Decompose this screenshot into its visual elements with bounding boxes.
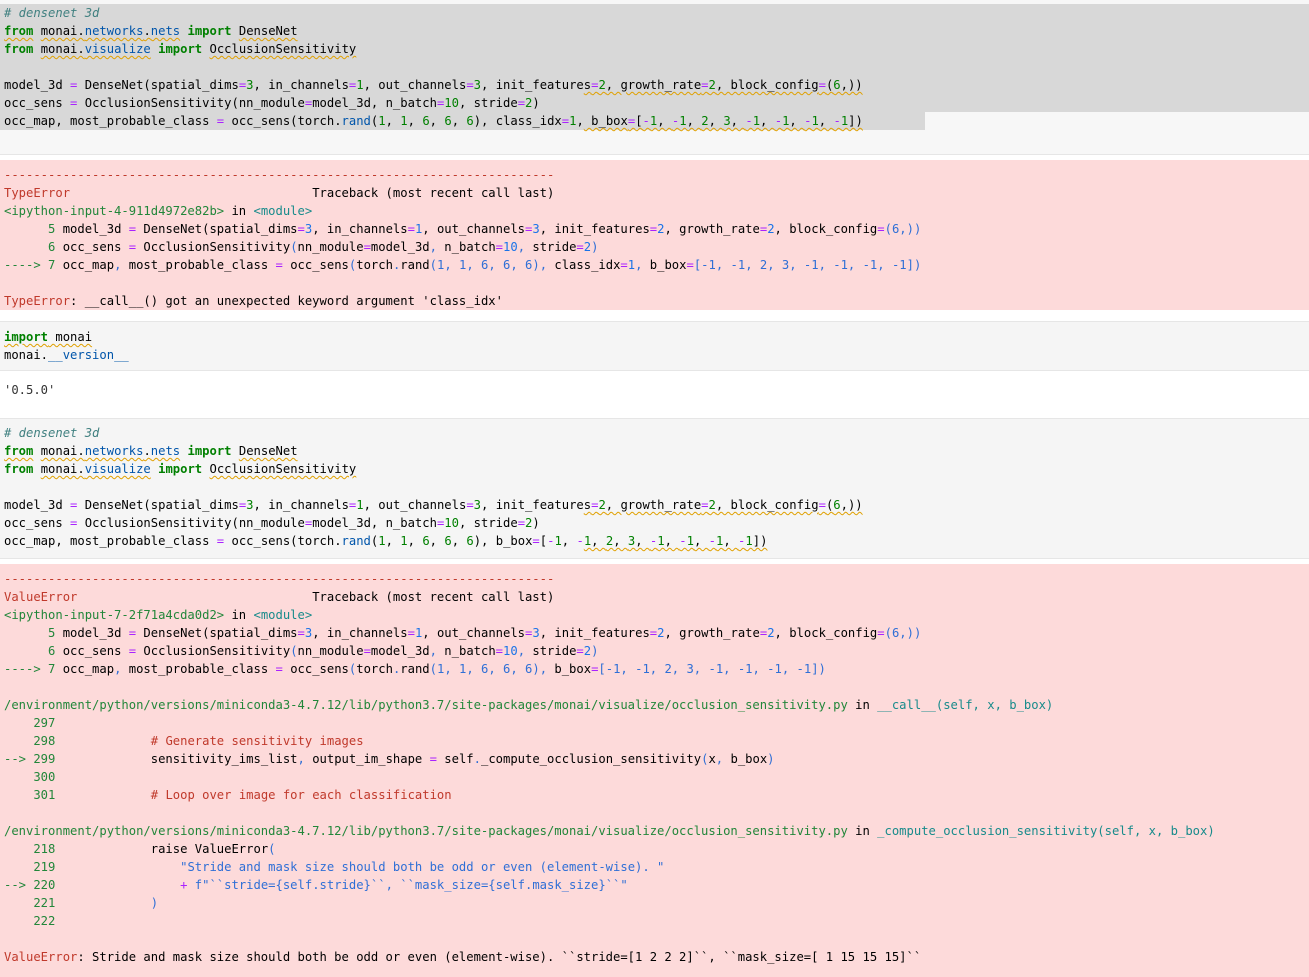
code-line[interactable]: from monai.networks.nets import DenseNet xyxy=(4,22,298,40)
code-line[interactable]: # densenet 3d xyxy=(4,424,99,442)
error-output-1: ----------------------------------------… xyxy=(0,160,1309,310)
traceback-line-number: 300 xyxy=(4,770,56,784)
code-line[interactable]: occ_sens = OcclusionSensitivity(nn_modul… xyxy=(4,94,540,112)
code-line[interactable]: model_3d = DenseNet(spatial_dims=3, in_c… xyxy=(4,76,863,94)
traceback-location: <ipython-input-4-911d4972e82b> in <modul… xyxy=(4,204,313,218)
traceback-current-line: ----> 7 occ_map, most_probable_class = o… xyxy=(4,258,922,272)
traceback-source-line: 219 "Stride and mask size should both be… xyxy=(4,860,665,874)
code-cell-2[interactable]: import monai monai.__version__ xyxy=(0,321,1309,371)
code-line[interactable]: import monai xyxy=(4,328,92,346)
traceback-line-number: 297 xyxy=(4,716,56,730)
traceback-separator: ----------------------------------------… xyxy=(4,168,555,182)
code-line[interactable]: from monai.networks.nets import DenseNet xyxy=(4,442,298,460)
traceback-source-line: 221 ) xyxy=(4,896,159,910)
traceback-source-line: 5 model_3d = DenseNet(spatial_dims=3, in… xyxy=(4,626,922,640)
traceback-location: <ipython-input-7-2f71a4cda0d2> in <modul… xyxy=(4,608,313,622)
error-message: ValueError: Stride and mask size should … xyxy=(4,950,922,964)
error-message: TypeError: __call__() got an unexpected … xyxy=(4,294,503,308)
code-cell-3[interactable]: # densenet 3d from monai.networks.nets i… xyxy=(0,419,1309,559)
code-cell-1[interactable]: # densenet 3d from monai.networks.nets i… xyxy=(0,0,1309,155)
code-line[interactable]: from monai.visualize import OcclusionSen… xyxy=(4,460,356,478)
traceback-file-location: /environment/python/versions/miniconda3-… xyxy=(4,698,1054,712)
traceback-header: TypeError Traceback (most recent call la… xyxy=(4,186,555,200)
traceback-file-location: /environment/python/versions/miniconda3-… xyxy=(4,824,1215,838)
code-line[interactable]: occ_sens = OcclusionSensitivity(nn_modul… xyxy=(4,514,540,532)
traceback-line-number: 222 xyxy=(4,914,56,928)
output-cell-2: '0.5.0' xyxy=(0,371,1309,419)
code-line[interactable]: occ_map, most_probable_class = occ_sens(… xyxy=(4,112,863,130)
traceback-current-line: ----> 7 occ_map, most_probable_class = o… xyxy=(4,662,826,676)
error-output-2: ----------------------------------------… xyxy=(0,564,1309,977)
code-line[interactable]: occ_map, most_probable_class = occ_sens(… xyxy=(4,532,767,550)
traceback-source-line: 298 # Generate sensitivity images xyxy=(4,734,364,748)
code-line[interactable]: # densenet 3d xyxy=(4,4,99,22)
traceback-source-line: 218 raise ValueError( xyxy=(4,842,276,856)
traceback-header: ValueError Traceback (most recent call l… xyxy=(4,590,555,604)
traceback-source-line: 5 model_3d = DenseNet(spatial_dims=3, in… xyxy=(4,222,922,236)
traceback-separator: ----------------------------------------… xyxy=(4,572,555,586)
code-line[interactable]: monai.__version__ xyxy=(4,346,129,364)
traceback-source-line: 301 # Loop over image for each classific… xyxy=(4,788,452,802)
output-value: '0.5.0' xyxy=(4,383,56,397)
traceback-source-line: 6 occ_sens = OcclusionSensitivity(nn_mod… xyxy=(4,644,599,658)
code-line[interactable]: model_3d = DenseNet(spatial_dims=3, in_c… xyxy=(4,496,863,514)
traceback-current-line: --> 220 + f"``stride={self.stride}``, ``… xyxy=(4,878,628,892)
code-line[interactable]: from monai.visualize import OcclusionSen… xyxy=(4,40,356,58)
traceback-current-line: --> 299 sensitivity_ims_list, output_im_… xyxy=(4,752,775,766)
traceback-source-line: 6 occ_sens = OcclusionSensitivity(nn_mod… xyxy=(4,240,599,254)
